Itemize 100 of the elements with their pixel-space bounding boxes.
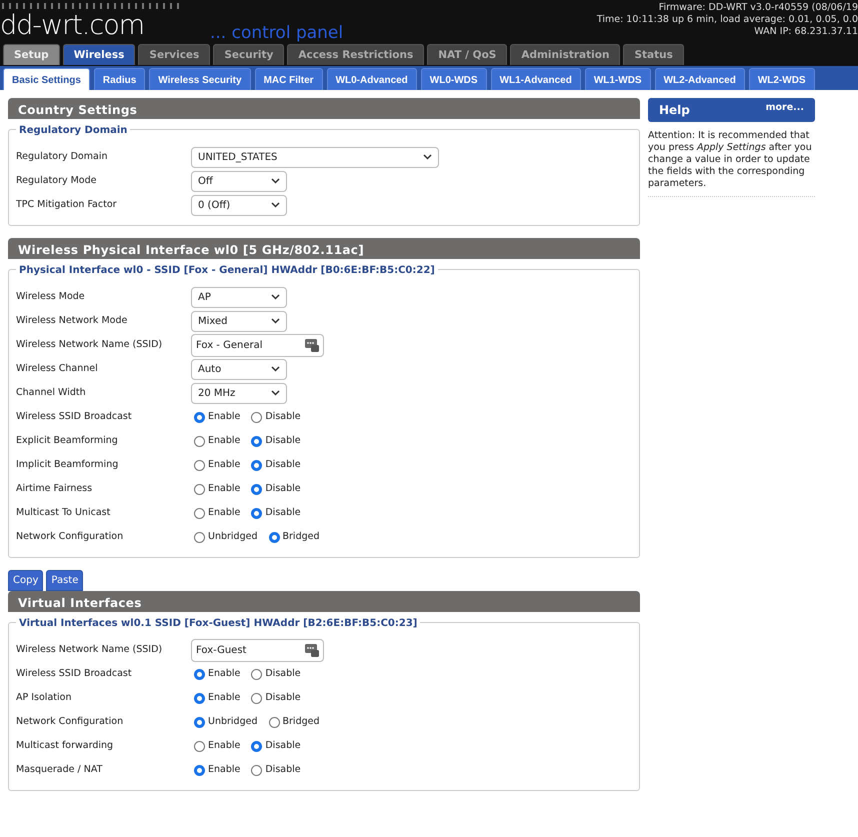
dropdown[interactable]: 20 MHz <box>191 382 287 404</box>
field-label: Channel Width <box>16 386 87 400</box>
radio-label: Disable <box>265 434 301 448</box>
radio-button[interactable] <box>194 692 205 704</box>
radio-label: Unbridged <box>208 714 258 729</box>
radio-label: Disable <box>265 762 301 777</box>
radio-button[interactable] <box>251 508 262 518</box>
nav-tab[interactable]: NAT / QoS <box>427 44 508 65</box>
radio-label: Enable <box>208 434 240 448</box>
dropdown[interactable]: UNITED_STATES <box>191 146 439 168</box>
header-info-line: WAN IP: 68.231.37.11 <box>753 26 858 38</box>
radio-button[interactable] <box>251 740 262 752</box>
text-field[interactable]: Fox - General <box>191 334 324 356</box>
nav-tab[interactable]: Setup <box>3 44 60 65</box>
radio-button[interactable] <box>251 436 262 446</box>
radio-button[interactable] <box>251 484 262 494</box>
nav-tab[interactable]: Security <box>213 44 284 65</box>
password-field-icon[interactable] <box>305 338 319 352</box>
radio-button[interactable] <box>194 436 205 446</box>
radio-label: Enable <box>208 762 240 777</box>
sub-tab[interactable]: WL2-Advanced <box>654 68 745 90</box>
nav-tab[interactable]: Access Restrictions <box>287 44 424 65</box>
radio-label: Disable <box>265 482 301 496</box>
help-title: Help <box>659 102 690 119</box>
dropdown[interactable]: Mixed <box>191 310 287 332</box>
section-header: Wireless Physical Interface wl0 [5 GHz/802.11ac] <box>8 238 640 259</box>
field-label: TPC Mitigation Factor <box>16 198 118 212</box>
header-info-line: Time: 10:11:38 up 6 min, load average: 0.01, 0.05, 0.0 <box>596 14 858 26</box>
radio-label: Bridged <box>282 530 320 544</box>
nav-tab[interactable]: Administration <box>510 44 620 65</box>
logo-subtitle: ... control panel <box>210 22 344 45</box>
radio-label: Disable <box>265 690 301 705</box>
radio-label: Enable <box>208 738 240 753</box>
field-label: Wireless SSID Broadcast <box>16 410 133 424</box>
field-label: Explicit Beamforming <box>16 434 119 448</box>
radio-button[interactable] <box>251 668 262 680</box>
field-label: Wireless Network Name (SSID) <box>16 338 164 352</box>
sub-tab[interactable]: WL0-Advanced <box>326 68 417 90</box>
action-button[interactable]: Copy <box>8 570 44 591</box>
radio-button[interactable] <box>194 460 205 470</box>
radio-button[interactable] <box>194 668 205 680</box>
field-label: Multicast To Unicast <box>16 506 112 520</box>
sub-tab[interactable]: MAC Filter <box>254 68 323 90</box>
caret-icon <box>271 202 280 208</box>
caret-icon <box>271 318 280 324</box>
field-label: Airtime Fairness <box>16 482 94 496</box>
password-field-icon[interactable] <box>305 643 319 657</box>
radio-button[interactable] <box>194 412 205 422</box>
radio-label: Disable <box>265 666 301 681</box>
sub-tab[interactable]: WL1-WDS <box>584 68 651 90</box>
radio-button[interactable] <box>194 532 205 542</box>
header-info-line: Firmware: DD-WRT v3.0-r40559 (08/06/19 <box>658 2 858 14</box>
radio-button[interactable] <box>194 764 205 776</box>
section-header: Country Settings <box>8 98 640 119</box>
field-label: Network Configuration <box>16 714 124 729</box>
radio-button[interactable] <box>194 484 205 494</box>
caret-icon <box>271 366 280 372</box>
radio-label: Bridged <box>282 714 320 729</box>
radio-button[interactable] <box>251 764 262 776</box>
radio-label: Enable <box>208 482 240 496</box>
field-label: Wireless Mode <box>16 290 86 304</box>
radio-button[interactable] <box>194 508 205 518</box>
fieldset-legend: Physical Interface wl0 - SSID [Fox - General] HWAddr [B0:6E:BF:B5:C0:22] <box>16 263 438 278</box>
radio-label: Disable <box>265 506 301 520</box>
dropdown[interactable]: Auto <box>191 358 287 380</box>
radio-button[interactable] <box>268 532 280 542</box>
dropdown[interactable]: AP <box>191 286 287 308</box>
sub-tab[interactable]: Radius <box>94 68 146 90</box>
radio-button[interactable] <box>251 412 262 422</box>
field-label: Wireless Channel <box>16 362 99 376</box>
sub-tab[interactable]: WL0-WDS <box>420 68 487 90</box>
field-label: Masquerade / NAT <box>16 762 104 777</box>
more-link[interactable]: more... <box>766 101 804 119</box>
field-label: AP Isolation <box>16 690 72 705</box>
radio-label: Enable <box>208 506 240 520</box>
radio-label: Disable <box>265 738 301 753</box>
field-label: Wireless SSID Broadcast <box>16 666 133 681</box>
radio-button[interactable] <box>251 460 262 470</box>
radio-label: Disable <box>265 410 301 424</box>
radio-button[interactable] <box>194 740 205 752</box>
radio-label: Enable <box>208 458 240 472</box>
sub-tab[interactable]: Basic Settings <box>3 68 90 90</box>
nav-tab[interactable]: Status <box>623 44 684 65</box>
sub-tab[interactable]: WL1-Advanced <box>490 68 581 90</box>
action-button[interactable]: Paste <box>46 570 84 591</box>
sub-tab[interactable]: Wireless Security <box>149 68 251 90</box>
help-text: Attention: It is recommended that you press Apply Settings after you change a value in order to update the fields with the corresponding parameters. <box>648 122 815 197</box>
dropdown[interactable]: 0 (Off) <box>191 194 287 216</box>
logo: dd-wrt.com <box>0 12 144 39</box>
radio-button[interactable] <box>194 716 205 728</box>
nav-tab[interactable]: Wireless <box>62 44 136 65</box>
caret-icon <box>423 154 432 160</box>
radio-button[interactable] <box>251 692 262 704</box>
dropdown[interactable]: Off <box>191 170 287 192</box>
sub-tab[interactable]: WL2-WDS <box>748 68 815 90</box>
caret-icon <box>271 294 280 300</box>
text-field[interactable]: Fox-Guest <box>191 638 324 662</box>
nav-tab[interactable]: Services <box>138 44 210 65</box>
radio-button[interactable] <box>268 716 280 728</box>
fieldset-legend: Regulatory Domain <box>16 123 130 138</box>
